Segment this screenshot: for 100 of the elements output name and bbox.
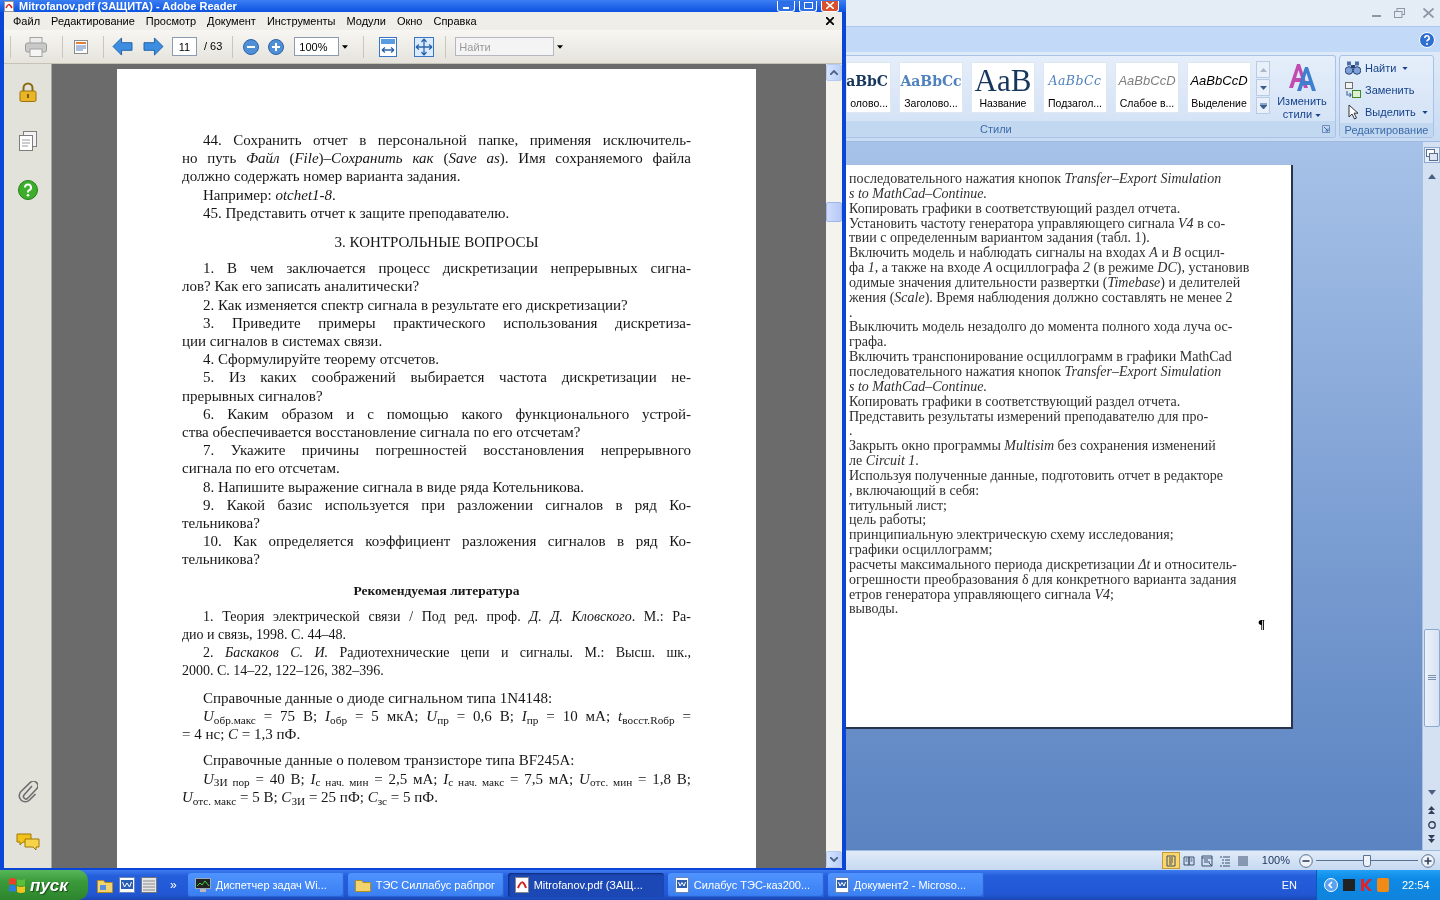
paragraph: 5. Из каких соображений выбирается частота дискретизации не- прерывных сигналов? <box>182 368 691 405</box>
start-button[interactable]: пуск <box>0 870 88 900</box>
chevron-left-icon[interactable] <box>1324 878 1338 892</box>
style-label: олово... <box>850 97 888 110</box>
style-preview: aBbC <box>846 71 888 91</box>
taskbar-button[interactable]: Mitrofanov.pdf (ЗАЩ... <box>507 873 664 897</box>
paragraph: Справочные данные о диоде сигнальном типа 1N4148: <box>202 688 554 707</box>
style-preview: AaB <box>974 66 1032 96</box>
comments-icon[interactable] <box>15 833 40 851</box>
double-chevron-down-icon <box>1428 835 1435 843</box>
ribbon-button[interactable]: Найти <box>1345 57 1433 79</box>
zoom-out-button[interactable] <box>1298 852 1314 869</box>
menu-item[interactable]: Файл <box>13 14 41 28</box>
restore-button[interactable] <box>1393 7 1405 19</box>
zoom-in-button[interactable] <box>1420 852 1436 869</box>
double-chevron-up-icon <box>1428 806 1435 814</box>
menu-item[interactable]: Инструменты <box>266 14 336 28</box>
scroll-thumb[interactable] <box>826 202 842 222</box>
language-indicator[interactable]: EN <box>1281 876 1297 894</box>
minimize-icon <box>783 6 789 9</box>
restore-icon <box>1393 8 1405 18</box>
style-tile[interactable]: AaBbCcD Выделение <box>1187 62 1251 113</box>
scroll-thumb[interactable] <box>1423 629 1440 727</box>
paragraph: 10. Как определяется коэффициент разложения сигналов в ряд Ко- тельникова? <box>182 532 691 569</box>
ribbon-button[interactable]: Выделить <box>1345 101 1433 123</box>
style-tile[interactable]: AaBbCc Подзагол... <box>1043 62 1107 113</box>
caret-icon <box>1421 110 1428 114</box>
print-button[interactable] <box>24 35 48 58</box>
ribbon-button[interactable]: Заменить <box>1345 79 1433 101</box>
arrow-left-icon[interactable] <box>112 37 133 56</box>
view-button[interactable] <box>1161 852 1180 869</box>
help-button[interactable] <box>1418 30 1436 49</box>
zoom-slider-thumb[interactable] <box>1363 854 1371 867</box>
paragraph: 3. Приведите примеры практического использования дискретиза- ции сигналов в системах связи. <box>182 313 691 351</box>
close-button[interactable] <box>1421 7 1435 19</box>
menu-item[interactable]: Редактирование <box>51 14 135 28</box>
dialog-launcher-button[interactable] <box>1321 124 1331 134</box>
search-field[interactable]: Найти <box>455 37 555 56</box>
style-preview: AaBbCc <box>900 71 962 91</box>
paragraph-mark: ¶ <box>1257 617 1265 633</box>
scroll-up-button[interactable] <box>826 64 842 81</box>
text-line: Включить модель и наблюдать сигналы на входах A и B осцил- <box>849 246 1226 261</box>
cursor-icon <box>1347 104 1359 120</box>
zoom-slider-track[interactable] <box>1316 853 1418 868</box>
group-label: Редактирование <box>1344 123 1429 137</box>
maximize-button[interactable] <box>799 0 817 12</box>
zoom-field[interactable]: 100% <box>294 37 340 56</box>
style-tile[interactable]: AaBbCcD Слабое в... <box>1115 62 1179 113</box>
text-line: етров генератора управляющего сигнала V4; <box>849 587 1114 603</box>
change-styles-label: Изменить стили <box>1276 95 1328 121</box>
view-mode-icon <box>1164 854 1177 867</box>
clock: 22:54 <box>1402 877 1430 893</box>
text-line: , включающий в себя: <box>849 483 980 499</box>
close-document-button[interactable] <box>824 15 836 27</box>
change-styles-button[interactable]: Изменить стили <box>1273 62 1331 121</box>
zoom-in-icon[interactable] <box>268 38 285 55</box>
grip-icon <box>1427 675 1436 681</box>
zoom-out-icon[interactable] <box>243 38 260 55</box>
folder-icon <box>97 877 113 893</box>
minimize-button[interactable] <box>777 0 795 12</box>
pdf-file-icon <box>4 0 14 12</box>
menu-item[interactable]: Окно <box>396 14 423 28</box>
caret-icon <box>341 44 348 49</box>
style-label: Заголово... <box>904 97 958 110</box>
paragraph: 44. Сохранить отчет в персональной папке, применяя исключитель- но путь Файл (File)–Сохранить как (Save as). Имя сохраняемого файла должно содержать номер варианта задания. <box>182 131 691 186</box>
menu-item[interactable]: Документ <box>207 14 256 28</box>
document-button[interactable] <box>72 37 90 56</box>
style-tile[interactable]: AaBbCc Заголово... <box>899 62 963 113</box>
text-line: . <box>849 424 853 440</box>
page-number-field[interactable]: 11 <box>172 37 197 56</box>
help-icon[interactable] <box>17 180 38 200</box>
arrow-right-icon[interactable] <box>143 37 164 56</box>
text-line: Копировать графики в соответствующий раздел отчета. <box>849 394 1182 410</box>
fit-page-icon[interactable] <box>414 36 435 57</box>
ruler-button[interactable] <box>1423 147 1440 163</box>
close-icon <box>826 2 834 9</box>
lock-icon[interactable] <box>18 82 37 102</box>
style-preview: AaBbCcD <box>1118 72 1176 91</box>
text-line: последовательного нажатия кнопок Transfer–Export Simulation <box>849 364 1223 380</box>
menu-item[interactable]: Справка <box>433 14 477 28</box>
menu-item[interactable]: Просмотр <box>145 14 197 28</box>
overflow-chevron[interactable]: » <box>170 879 177 891</box>
caret-icon <box>1402 66 1409 70</box>
menu-item[interactable]: Модули <box>346 14 386 28</box>
text-line: s to MathCad–Continue. <box>849 186 989 202</box>
text-line: жения (Scale). Время наблюдения должно составлять не менее 2 <box>849 290 1233 306</box>
paperclip-icon[interactable] <box>17 781 38 803</box>
scroll-down-button[interactable] <box>826 851 842 868</box>
gallery-down-button[interactable] <box>1256 79 1270 96</box>
fit-width-icon[interactable] <box>379 36 398 57</box>
group-label: Стили <box>980 122 1012 136</box>
gallery-more-button[interactable] <box>1256 97 1270 114</box>
quick-launch-button[interactable] <box>118 876 136 894</box>
style-tile[interactable]: AaB Название <box>971 62 1035 113</box>
style-label: Слабое в... <box>1119 97 1175 110</box>
plus-icon <box>1421 853 1435 868</box>
quick-launch-button[interactable] <box>140 876 158 894</box>
pages-icon[interactable] <box>18 131 37 151</box>
style-tile[interactable]: aBbC олово... <box>846 62 891 113</box>
document-icon <box>834 877 849 893</box>
